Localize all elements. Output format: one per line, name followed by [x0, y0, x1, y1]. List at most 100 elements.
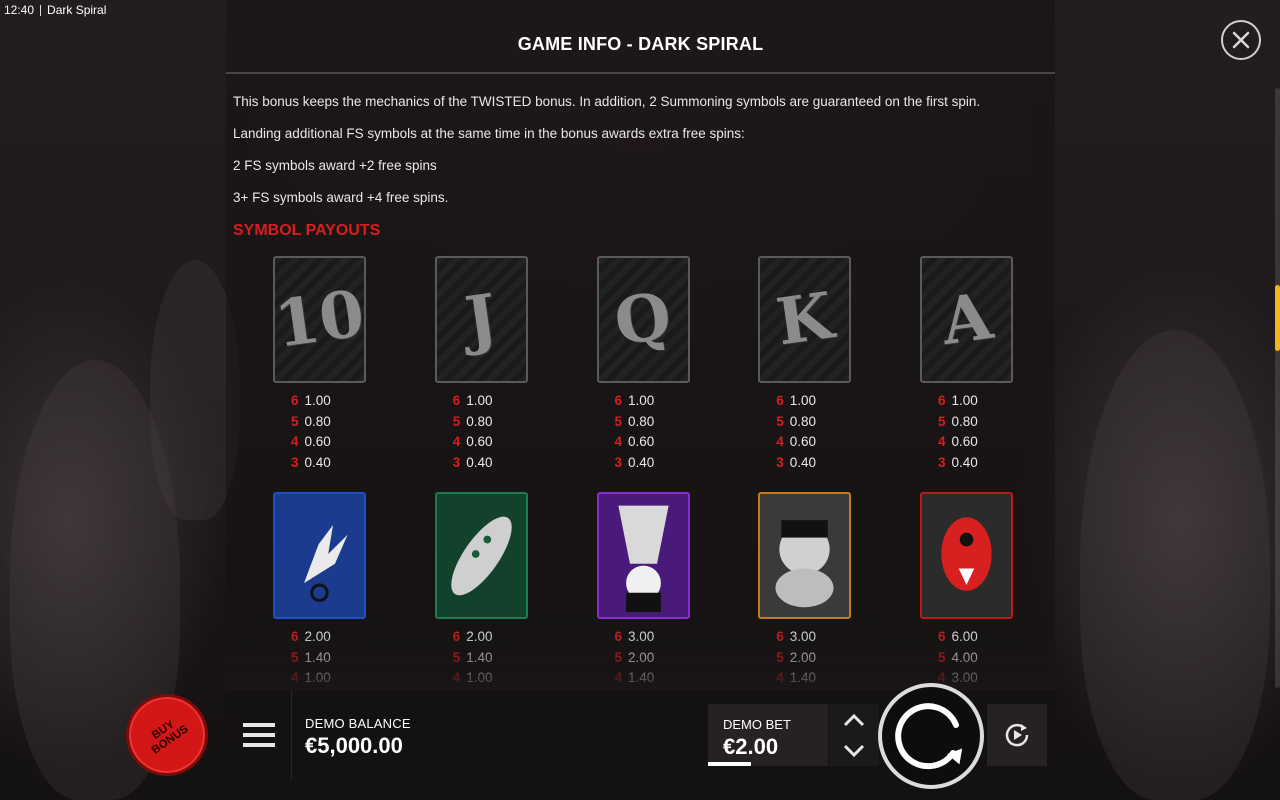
payout-count: 3	[776, 454, 784, 470]
payout-row: 5 1.40	[290, 647, 350, 668]
symbol-glyph: K	[771, 278, 838, 361]
payout-value: 2.00	[789, 649, 817, 665]
low-symbol-image: J	[434, 256, 528, 383]
payout-count: 3	[937, 454, 946, 470]
payout-row: 6 3.00	[613, 626, 673, 647]
hanging-girl-symbol	[596, 492, 690, 619]
page-title: GAME INFO - DARK SPIRAL	[517, 34, 764, 54]
payout-row: 4 1.40	[775, 667, 835, 688]
payout-row: 3 0.40	[613, 452, 673, 473]
payout-count: 4	[290, 670, 299, 686]
payout-table: 6 2.00 5 1.40 4 1.00	[290, 626, 350, 688]
payout-value: 1.00	[628, 392, 655, 408]
symbol-card: 6 3.00 5 2.00 4 1.40	[596, 492, 690, 688]
payout-table: 6 6.00 5 4.00 4 3.00	[937, 626, 997, 688]
low-symbol-grid: 10 6 1.00 5 0.80 4 0.60 3 0.40 J 6 1.00 5 0.80 4 0.60 3 0…	[273, 256, 1013, 473]
payout-value: 4.00	[951, 649, 978, 665]
payout-count: 4	[452, 434, 461, 450]
bet-display[interactable]: DEMO BET €2.00	[708, 704, 828, 766]
payout-row: 4 0.60	[451, 431, 511, 452]
bet-label: DEMO BET	[723, 717, 791, 732]
symbol-card: K 6 1.00 5 0.80 4 0.60 3 0.40	[758, 256, 852, 473]
payout-count: 6	[614, 392, 622, 408]
info-content[interactable]: This bonus keeps the mechanics of the TW…	[233, 84, 1043, 690]
payout-value: 0.60	[628, 434, 655, 450]
payout-row: 6 2.00	[451, 626, 511, 647]
payout-count: 5	[452, 413, 461, 429]
payout-value: 2.00	[628, 649, 655, 665]
payout-count: 3	[452, 454, 461, 470]
symbol-card: J 6 1.00 5 0.80 4 0.60 3 0.40	[434, 256, 528, 473]
payout-count: 5	[290, 649, 299, 665]
symbol-card: 6 3.00 5 2.00 4 1.40	[758, 492, 852, 688]
scrollbar[interactable]	[1275, 88, 1280, 688]
payout-count: 6	[452, 628, 461, 644]
centipede-symbol	[434, 492, 528, 619]
payout-row: 4 1.40	[613, 667, 673, 688]
payout-count: 3	[290, 454, 299, 470]
high-symbol-grid: 6 2.00 5 1.40 4 1.00 6 2.00 5 1.40 4 1.00 6 3.00 5 2.00…	[273, 492, 1013, 688]
low-symbol-image: Q	[596, 256, 690, 383]
payout-value: 0.40	[789, 454, 817, 470]
payout-value: 0.80	[951, 413, 978, 429]
buy-bonus-label: BUY BONUS	[143, 713, 191, 757]
payout-row: 5 0.80	[613, 411, 673, 432]
status-separator	[40, 4, 42, 16]
payout-count: 4	[290, 434, 299, 450]
symbol-glyph: J	[461, 280, 502, 359]
symbol-art	[304, 525, 348, 602]
spin-button[interactable]	[878, 683, 984, 789]
payout-value: 0.40	[304, 454, 331, 470]
status-app-name: Dark Spiral	[47, 3, 107, 17]
payout-value: 3.00	[789, 628, 817, 644]
payout-row: 6 1.00	[937, 390, 997, 411]
payout-table: 6 1.00 5 0.80 4 0.60 3 0.40	[451, 390, 511, 473]
payout-value: 1.40	[304, 649, 331, 665]
close-button[interactable]	[1221, 20, 1261, 60]
bet-increase-button[interactable]	[829, 704, 879, 735]
payout-row: 4 1.00	[290, 667, 350, 688]
payout-count: 6	[290, 392, 299, 408]
payout-count: 4	[937, 434, 946, 450]
symbol-art	[451, 516, 512, 596]
payout-value: 0.60	[951, 434, 978, 450]
low-symbol-image: K	[758, 256, 852, 383]
payout-value: 0.40	[628, 454, 655, 470]
info-paragraph: This bonus keeps the mechanics of the TW…	[233, 94, 981, 109]
payout-count: 6	[776, 392, 784, 408]
buy-bonus-button[interactable]: BUY BONUS	[126, 694, 208, 776]
section-title: SYMBOL PAYOUTS	[233, 222, 381, 239]
payout-row: 5 2.00	[775, 647, 835, 668]
payout-value: 1.40	[628, 670, 655, 686]
hamburger-icon	[242, 723, 275, 747]
low-symbol-image: 10	[273, 256, 366, 383]
autoplay-button[interactable]	[987, 704, 1047, 766]
payout-count: 5	[614, 649, 622, 665]
balance-display: DEMO BALANCE €5,000.00	[305, 716, 411, 759]
payout-value: 0.80	[466, 413, 493, 429]
payout-row: 6 6.00	[937, 626, 997, 647]
payout-table: 6 2.00 5 1.40 4 1.00	[451, 626, 511, 688]
payout-value: 0.40	[951, 454, 978, 470]
close-icon	[1232, 31, 1250, 49]
payout-value: 0.60	[789, 434, 817, 450]
payout-value: 0.60	[304, 434, 331, 450]
title-divider	[226, 72, 1055, 74]
symbol-card: 10 6 1.00 5 0.80 4 0.60 3 0.40	[273, 256, 366, 473]
game-info-panel: GAME INFO - DARK SPIRAL This bonus keeps…	[226, 0, 1280, 690]
payout-value: 6.00	[951, 628, 978, 644]
payout-row: 4 0.60	[613, 431, 673, 452]
payout-row: 4 0.60	[775, 431, 835, 452]
spin-icon	[895, 703, 963, 770]
payout-table: 6 1.00 5 0.80 4 0.60 3 0.40	[775, 390, 835, 473]
menu-button[interactable]	[226, 690, 292, 780]
payout-table: 6 3.00 5 2.00 4 1.40	[613, 626, 673, 688]
symbol-glyph: 10	[273, 276, 366, 363]
payout-count: 5	[452, 649, 461, 665]
payout-value: 0.80	[304, 413, 331, 429]
payout-value: 1.00	[304, 670, 331, 686]
payout-row: 6 1.00	[613, 390, 673, 411]
bet-decrease-button[interactable]	[829, 735, 879, 766]
payout-count: 6	[776, 628, 784, 644]
scrollbar-thumb[interactable]	[1275, 285, 1280, 351]
